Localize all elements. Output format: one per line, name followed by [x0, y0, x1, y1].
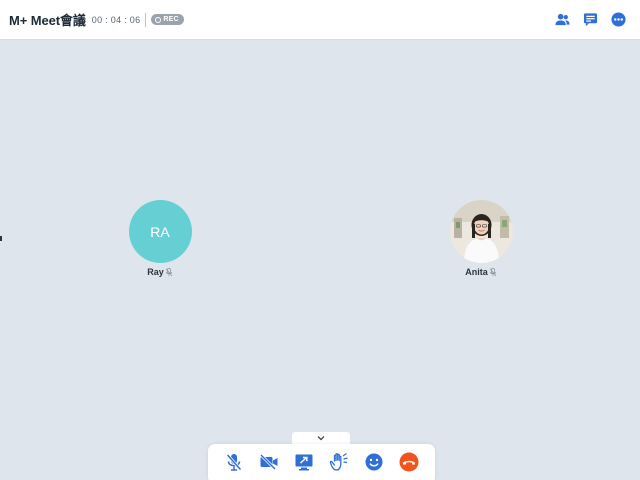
edge-marker: [0, 236, 2, 241]
raise-hand-icon: [329, 453, 348, 471]
participant-name-row: Anita: [465, 267, 497, 277]
participant-name: Anita: [465, 267, 488, 277]
mic-muted-icon: [225, 453, 242, 471]
participant-name: Ray: [147, 267, 164, 277]
avatar: [449, 200, 513, 263]
participant-tile-ray: RA Ray: [120, 200, 200, 277]
participants-icon[interactable]: [555, 12, 570, 27]
meeting-header: M+ Meet會議 00 : 04 : 06 REC: [0, 0, 640, 40]
meeting-timer: 00 : 04 : 06: [91, 14, 141, 25]
emoji-icon: [365, 453, 383, 471]
more-icon[interactable]: [611, 12, 626, 27]
camera-button[interactable]: [257, 450, 281, 474]
participant-tile-anita: Anita: [441, 200, 521, 277]
chevron-down-icon: [317, 436, 325, 441]
mute-button[interactable]: [222, 450, 246, 474]
record-icon: [155, 16, 162, 23]
share-screen-button[interactable]: [292, 450, 316, 474]
avatar-initials: RA: [150, 223, 170, 240]
chat-icon[interactable]: [583, 12, 598, 27]
reactions-button[interactable]: [362, 450, 386, 474]
recording-label: REC: [163, 16, 179, 23]
header-divider: [145, 12, 147, 27]
recording-badge: REC: [151, 14, 184, 25]
avatar: RA: [128, 200, 192, 263]
participant-name-row: Ray: [147, 267, 173, 277]
meeting-title: M+ Meet會議: [9, 13, 86, 28]
hang-up-icon: [399, 452, 419, 472]
hang-up-button[interactable]: [397, 450, 421, 474]
mic-muted-icon: [489, 267, 497, 276]
header-actions: [555, 12, 626, 27]
person-photo-icon: [449, 200, 513, 263]
mic-muted-icon: [165, 267, 173, 276]
meeting-toolbar: [208, 444, 435, 480]
camera-off-icon: [259, 453, 278, 471]
raise-hand-button[interactable]: [327, 450, 351, 474]
share-screen-icon: [295, 454, 313, 471]
toolbar-collapse-button[interactable]: [292, 432, 350, 444]
